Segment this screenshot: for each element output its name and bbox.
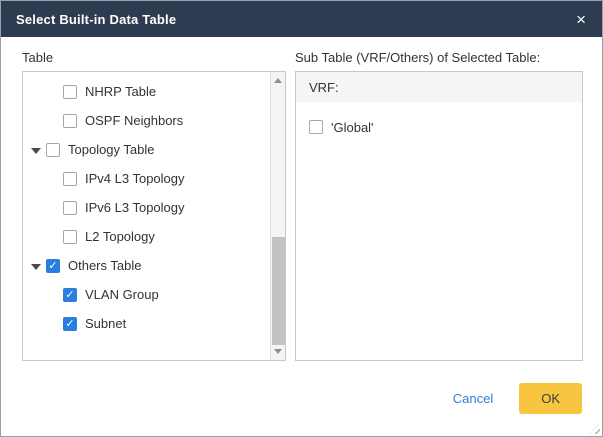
ok-button[interactable]: OK	[519, 383, 582, 414]
cancel-button[interactable]: Cancel	[453, 391, 493, 406]
tree-item-label: OSPF Neighbors	[85, 113, 183, 128]
select-builtin-data-table-dialog: Select Built-in Data Table × Table NHRP …	[0, 0, 603, 437]
vrf-item-label: 'Global'	[331, 120, 374, 135]
tree-item-nhrp-table[interactable]: NHRP Table	[23, 77, 269, 106]
tree-item-nhrp-table-checkbox[interactable]	[63, 85, 77, 99]
dialog-titlebar: Select Built-in Data Table ×	[1, 1, 602, 37]
tree-item-topology-table[interactable]: Topology Table	[23, 135, 269, 164]
dialog-title: Select Built-in Data Table	[16, 12, 176, 27]
table-tree: NHRP Table OSPF Neighbors Topology Table IP…	[23, 72, 285, 338]
dialog-content: Table NHRP Table OSPF Neighbors Topology T…	[1, 37, 602, 361]
tree-item-ospf-neighbors-checkbox[interactable]	[63, 114, 77, 128]
tree-item-subnet-checkbox[interactable]: ✓	[63, 317, 77, 331]
tree-item-ipv4-l3-topology-checkbox[interactable]	[63, 172, 77, 186]
tree-item-vlan-group-checkbox[interactable]: ✓	[63, 288, 77, 302]
tree-item-l2-topology[interactable]: L2 Topology	[23, 222, 269, 251]
tree-item-l2-topology-checkbox[interactable]	[63, 230, 77, 244]
tree-item-ipv4-l3-topology[interactable]: IPv4 L3 Topology	[23, 164, 269, 193]
scroll-down-icon	[274, 349, 282, 354]
table-section-label: Table	[22, 50, 286, 65]
scrollbar-thumb[interactable]	[272, 237, 285, 345]
tree-item-ipv6-l3-topology[interactable]: IPv6 L3 Topology	[23, 193, 269, 222]
subtable-column: Sub Table (VRF/Others) of Selected Table…	[295, 50, 583, 361]
tree-item-label: VLAN Group	[85, 287, 159, 302]
table-column: Table NHRP Table OSPF Neighbors Topology T…	[22, 50, 286, 361]
tree-item-label: IPv4 L3 Topology	[85, 171, 185, 186]
subtable-section-label: Sub Table (VRF/Others) of Selected Table…	[295, 50, 583, 65]
tree-item-others-table[interactable]: ✓ Others Table	[23, 251, 269, 280]
tree-item-label: Others Table	[68, 258, 141, 273]
table-tree-panel: NHRP Table OSPF Neighbors Topology Table IP…	[22, 71, 286, 361]
expand-collapse-icon[interactable]	[31, 148, 41, 154]
dialog-footer: Cancel OK	[1, 361, 602, 436]
vrf-item-global-checkbox[interactable]	[309, 120, 323, 134]
close-icon[interactable]: ×	[574, 9, 588, 30]
tree-item-vlan-group[interactable]: ✓ VLAN Group	[23, 280, 269, 309]
tree-item-topology-table-checkbox[interactable]	[46, 143, 60, 157]
tree-item-label: NHRP Table	[85, 84, 156, 99]
expand-collapse-icon[interactable]	[31, 264, 41, 270]
subtable-panel: VRF: 'Global'	[295, 71, 583, 361]
vrf-item-global[interactable]: 'Global'	[309, 115, 582, 139]
tree-item-label: IPv6 L3 Topology	[85, 200, 185, 215]
tree-item-label: Topology Table	[68, 142, 155, 157]
scroll-up-icon	[274, 78, 282, 83]
tree-scrollbar[interactable]	[270, 72, 285, 360]
tree-item-label: L2 Topology	[85, 229, 155, 244]
tree-item-ospf-neighbors[interactable]: OSPF Neighbors	[23, 106, 269, 135]
vrf-group-header: VRF:	[296, 72, 582, 102]
scroll-up-button[interactable]	[271, 73, 285, 88]
tree-item-ipv6-l3-topology-checkbox[interactable]	[63, 201, 77, 215]
tree-item-others-table-checkbox[interactable]: ✓	[46, 259, 60, 273]
vrf-list: 'Global'	[296, 102, 582, 139]
tree-item-subnet[interactable]: ✓ Subnet	[23, 309, 269, 338]
tree-item-label: Subnet	[85, 316, 126, 331]
scroll-down-button[interactable]	[271, 344, 285, 359]
